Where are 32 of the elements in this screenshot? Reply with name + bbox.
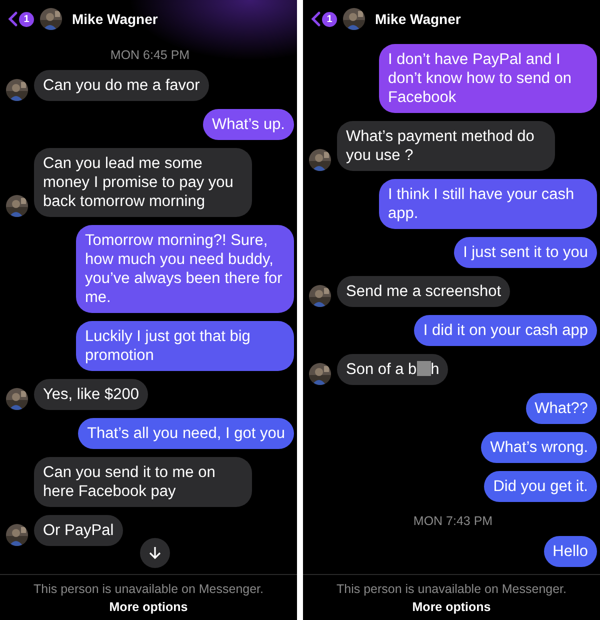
sent-message: What’s up. — [203, 109, 294, 140]
received-message: Send me a screenshot — [337, 276, 510, 307]
received-message: Yes, like $200 — [34, 379, 148, 410]
timestamp: MON 7:43 PM — [412, 514, 494, 528]
unavailable-notice: This person is unavailable on Messenger. — [336, 582, 568, 596]
sent-message: Hello — [544, 536, 597, 567]
received-message: Son of a b h — [337, 354, 448, 385]
more-options-link[interactable]: More options — [109, 600, 188, 614]
sent-message: I just sent it to you — [454, 237, 597, 268]
unavailable-notice: This person is unavailable on Messenger. — [32, 582, 264, 596]
sent-message: Tomorrow morning?! Sure, how much you need buddy, you’ve always been there for me. — [76, 225, 294, 313]
received-message: Or PayPal — [34, 515, 123, 546]
arrow-down-icon — [149, 546, 161, 560]
received-message: Can you send it to me on here Facebook pay — [34, 457, 252, 507]
sent-message: I think I still have your cash app. — [379, 179, 597, 229]
sent-message: Did you get it. — [484, 471, 597, 502]
received-message: Can you lead me some money I promise to pay you back tomorrow morning — [34, 148, 252, 217]
sent-message: What?? — [526, 393, 597, 424]
sent-message: I did it on your cash app — [414, 315, 597, 346]
received-message: Can you do me a favor — [34, 70, 209, 101]
contact-name: Mike Wagner — [375, 11, 461, 27]
timestamp: MON 6:45 PM — [109, 48, 191, 62]
sent-message: I don’t have PayPal and I don’t know how to send on Facebook — [379, 44, 597, 113]
scroll-down-button[interactable] — [140, 538, 170, 568]
sent-message: That’s all you need, I got you — [78, 418, 294, 449]
sent-message: What’s wrong. — [481, 432, 597, 463]
chevron-left-icon — [8, 11, 18, 27]
contact-name: Mike Wagner — [72, 11, 158, 27]
more-options-link[interactable]: More options — [412, 600, 491, 614]
chevron-left-icon — [311, 11, 321, 27]
received-message: What’s payment method do you use ? — [337, 121, 555, 171]
sent-message: Luckily I just got that big promotion — [76, 321, 294, 371]
